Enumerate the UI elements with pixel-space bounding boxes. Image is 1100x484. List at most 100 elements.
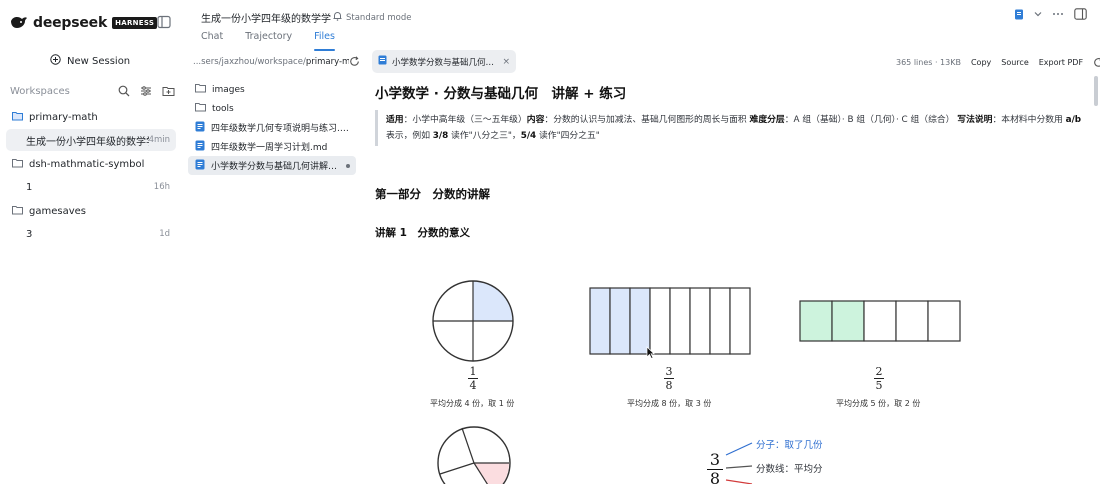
folder-icon — [195, 102, 206, 115]
file-item-weekly-plan[interactable]: 四年级数学一周学习计划.md — [188, 137, 356, 156]
markdown-file-icon — [195, 121, 205, 135]
session-time: 4min — [148, 135, 170, 145]
numerator: 3 — [665, 365, 673, 378]
unshaded-part — [689, 287, 711, 355]
session-time: 16h — [153, 182, 170, 192]
refresh-icon[interactable] — [349, 56, 361, 68]
shaded-part — [609, 287, 631, 355]
export-pdf-button[interactable]: Export PDF — [1039, 58, 1083, 67]
numerator: 1 — [469, 365, 477, 378]
document-note: 适用：小学中高年级（三～五年级）内容：分数的认识与加减法、基础几何图形的周长与面… — [375, 110, 1085, 146]
figure-caption: 平均分成 8 份，取 3 份 — [627, 399, 712, 408]
numerator: 2 — [875, 365, 883, 378]
lesson-heading: 讲解 1 分数的意义 — [375, 227, 470, 239]
fraction-circle-figure — [432, 280, 514, 362]
note-key: 内容 — [526, 115, 545, 125]
path-prefix: ...sers/jaxzhou/workspace/ — [193, 57, 306, 67]
source-button[interactable]: Source — [1001, 58, 1028, 67]
session-label: 3 — [26, 228, 33, 240]
markdown-file-icon — [378, 55, 387, 68]
document-tab-label: 小学数学分数与基础几何讲解... — [392, 57, 497, 68]
more-options-icon[interactable] — [1052, 12, 1064, 16]
note-text: ：本材料中分数用 — [992, 115, 1066, 125]
note-key: 适用 — [386, 115, 404, 125]
document-title: 小学数学 · 分数与基础几何 讲解 + 练习 — [375, 86, 627, 102]
breadcrumb: ...sers/jaxzhou/workspace/primary-math — [193, 55, 361, 69]
note-key: 3/8 — [432, 131, 449, 141]
shaded-part — [629, 287, 651, 355]
path-text: ...sers/jaxzhou/workspace/primary-math — [193, 57, 349, 67]
file-item-geometry[interactable]: 四年级数学几何专项说明与练习.md — [188, 118, 356, 137]
session-item[interactable]: 3 1d — [6, 223, 176, 245]
note-key: 难度分层 — [749, 115, 785, 125]
chevron-down-icon[interactable] — [1034, 11, 1042, 17]
session-item[interactable]: 生成一份小学四年级的数学学 4min — [6, 129, 176, 151]
file-name: 小学数学分数与基础几何讲解与... — [211, 162, 340, 172]
unshaded-part — [649, 287, 671, 355]
file-name: 四年级数学一周学习计划.md — [211, 143, 328, 153]
document-scrollbar[interactable] — [1094, 76, 1098, 106]
unsaved-dot-icon — [346, 163, 350, 168]
document-icon[interactable] — [1014, 9, 1024, 20]
document-meta: 365 lines · 13KB — [896, 58, 961, 67]
file-item-tools[interactable]: tools — [188, 99, 356, 118]
fraction-label: 14 — [465, 366, 481, 391]
logo: deepseek HARNESS — [10, 12, 158, 34]
plus-circle-icon — [50, 54, 61, 68]
fraction-circle-figure-partial — [437, 426, 511, 484]
numerator-annotation: 分子：取了几份 — [756, 440, 823, 451]
tab-trajectory[interactable]: Trajectory — [245, 31, 292, 49]
shaded-part — [589, 287, 611, 355]
markdown-file-icon — [195, 159, 205, 173]
note-key: 5/4 — [520, 131, 537, 141]
file-name: 四年级数学几何专项说明与练习.md — [211, 124, 350, 134]
workspace-name: dsh-mathmatic-symbol — [29, 158, 145, 170]
markdown-file-icon — [195, 140, 205, 154]
file-name: images — [212, 84, 245, 95]
shaded-part — [831, 300, 865, 342]
figure-caption: 平均分成 5 份，取 2 份 — [836, 399, 921, 408]
unshaded-part — [709, 287, 731, 355]
shaded-part — [799, 300, 833, 342]
path-current[interactable]: primary-math — [306, 57, 349, 67]
app-window: deepseek HARNESS New Session Workspaces … — [0, 0, 1100, 484]
main-tabs: Chat Trajectory Files — [201, 31, 335, 51]
mode-selector[interactable]: Standard mode — [333, 11, 411, 24]
close-tab-icon[interactable]: × — [502, 57, 510, 67]
harness-badge: HARNESS — [112, 17, 158, 29]
fraction-line-annotation: 分数线：平均分 — [756, 464, 823, 475]
tab-files[interactable]: Files — [314, 31, 335, 51]
workspace-name: gamesaves — [29, 205, 86, 217]
tab-chat[interactable]: Chat — [201, 31, 223, 49]
workspaces-header: Workspaces — [10, 83, 175, 99]
file-item-fractions[interactable]: 小学数学分数与基础几何讲解与... — [188, 156, 356, 175]
reload-icon[interactable] — [1093, 57, 1100, 68]
right-panel-toggle-icon[interactable] — [1074, 8, 1087, 20]
figure-caption: 平均分成 4 份，取 1 份 — [430, 399, 515, 408]
folder-open-icon — [12, 111, 23, 124]
workspace-name: primary-math — [29, 111, 98, 123]
session-item[interactable]: 1 16h — [6, 176, 176, 198]
new-session-button[interactable]: New Session — [50, 52, 130, 70]
unshaded-part — [729, 287, 751, 355]
document-toolbar: 365 lines · 13KB Copy Source Export PDF — [896, 57, 1100, 68]
sidebar: deepseek HARNESS New Session Workspaces … — [0, 0, 182, 484]
workspace-folder-primary-math[interactable]: primary-math — [6, 105, 176, 129]
window-controls — [1014, 8, 1087, 20]
new-folder-icon[interactable] — [162, 85, 175, 98]
whale-logo-icon — [10, 14, 28, 33]
workspace-folder-gamesaves[interactable]: gamesaves — [6, 199, 176, 223]
copy-button[interactable]: Copy — [971, 58, 991, 67]
filter-sliders-icon[interactable] — [140, 85, 153, 98]
sidebar-toggle-icon[interactable] — [157, 14, 173, 30]
document-tab[interactable]: 小学数学分数与基础几何讲解... × — [372, 50, 516, 73]
denominator: 5 — [875, 379, 883, 392]
denominator: 8 — [665, 379, 673, 392]
note-text: 表示，例如 — [386, 131, 433, 141]
workspaces-title: Workspaces — [10, 85, 70, 97]
file-item-images[interactable]: images — [188, 80, 356, 99]
session-time: 1d — [159, 229, 170, 239]
search-icon[interactable] — [118, 85, 131, 98]
window-title: 生成一份小学四年级的数学学 — [201, 14, 331, 25]
workspace-folder-dsh-mathmatic-symbol[interactable]: dsh-mathmatic-symbol — [6, 152, 176, 176]
